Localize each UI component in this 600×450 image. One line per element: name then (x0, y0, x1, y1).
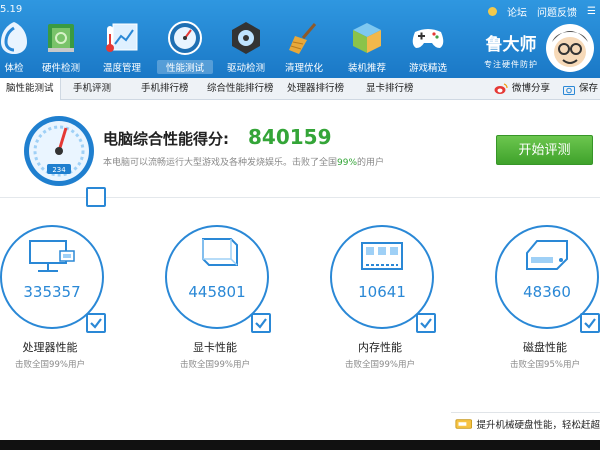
gpu-score: 445801 (188, 283, 246, 301)
thermometer-icon (106, 23, 138, 52)
gauge-value: 234 (52, 166, 66, 174)
nav-label: 性能测试 (157, 60, 213, 74)
hardware-board-icon (48, 24, 74, 52)
score-description: 本电脑可以流畅运行大型游戏及各种发烧娱乐。击败了全国99%的用户 (103, 155, 384, 168)
memory-checkmark-icon (416, 313, 436, 333)
cpu-title: 处理器性能 (22, 341, 78, 354)
hard-disk-icon (455, 418, 473, 429)
cpu-performance-card[interactable]: 335357 处理器性能 击败全国99%用户 (0, 187, 120, 395)
disk-checkmark-icon (580, 313, 600, 333)
app-version: 5.19 (0, 4, 23, 15)
nav-temperature[interactable]: 温度管理 (94, 20, 150, 74)
score-title: 电脑综合性能得分: (103, 130, 229, 148)
nav-label: 温度管理 (102, 63, 141, 74)
nav-label: 清理优化 (284, 63, 323, 74)
mascot-avatar-icon (546, 24, 594, 72)
tab-overall-ranking[interactable]: 综合性能排行榜 (207, 78, 274, 100)
cube-icon (353, 23, 381, 53)
tab-phone-ranking[interactable]: 手机排行榜 (141, 78, 189, 100)
graphics-cube-icon (202, 238, 238, 266)
nav-label: 装机推荐 (347, 63, 386, 74)
memory-performance-card[interactable]: 10641 内存性能 击败全国99%用户 (330, 225, 450, 395)
nav-driver-check[interactable]: 驱动检测 (218, 20, 274, 74)
taskbar-edge (0, 440, 600, 450)
performance-gauge-icon: 234 (24, 116, 94, 186)
brand-name: 鲁大师 (485, 35, 537, 55)
disk-beat: 击败全国95%用户 (510, 360, 580, 370)
main-panel: 234 电脑综合性能得分: 840159 本电脑可以流畅运行大型游戏及各种发烧娱… (0, 100, 600, 440)
nav-label: 驱动检测 (226, 63, 265, 74)
memory-beat: 击败全国99%用户 (345, 360, 415, 370)
tab-bar: 脑性能测试 手机评测 手机排行榜 综合性能排行榜 处理器排行榜 显卡排行榜 微博… (0, 78, 600, 100)
camera-icon (563, 85, 575, 95)
tab-gpu-ranking[interactable]: 显卡排行榜 (366, 78, 414, 100)
health-check-icon (1, 22, 27, 54)
cpu-score: 335357 (23, 283, 81, 301)
gpu-checkmark-icon (251, 313, 271, 333)
disk-performance-card[interactable]: 48360 磁盘性能 击败全国95%用户 (495, 225, 600, 395)
gamepad-icon (412, 29, 444, 48)
speed-gauge-icon (168, 21, 202, 55)
disk-title: 磁盘性能 (523, 341, 567, 354)
tab-cpu-ranking[interactable]: 处理器排行榜 (287, 78, 344, 100)
cpu-checkmark-icon (86, 313, 106, 333)
top-links: 论坛 问题反馈 ☰ (488, 4, 596, 19)
score-description-suffix: 的用户 (357, 158, 385, 168)
start-evaluation-button[interactable]: 开始评测 (496, 135, 593, 165)
top-navigation-bar: 5.19 体检 硬件检测 温度管理 性能测试 驱动检测 清理优化 装机推荐 游戏… (0, 0, 600, 78)
save-button[interactable]: 保存 (563, 78, 598, 100)
score-description-prefix: 本电脑可以流畅运行大型游戏及各种发烧娱乐。击败了全国 (103, 158, 338, 168)
nav-build-recommend[interactable]: 装机推荐 (339, 20, 395, 74)
save-label: 保存 (579, 83, 599, 94)
tip-text: 提升机械硬盘性能，轻松赶超 (476, 419, 600, 431)
memory-title: 内存性能 (358, 341, 402, 354)
cpu-beat: 击败全国99%用户 (15, 360, 85, 370)
feedback-link[interactable]: 问题反馈 (537, 4, 577, 19)
brand-block: 鲁大师 专注硬件防护 (484, 30, 538, 70)
gpu-beat: 击败全国99%用户 (180, 360, 250, 370)
driver-gear-icon (232, 22, 260, 54)
score-value: 840159 (248, 125, 332, 149)
share-label: 微博分享 (512, 83, 551, 94)
nav-label: 游戏精选 (408, 63, 447, 74)
gpu-performance-card[interactable]: 445801 显卡性能 击败全国99%用户 (165, 225, 285, 395)
processor-monitor-icon (29, 240, 75, 272)
tab-pc-performance-test[interactable]: 脑性能测试 (0, 78, 61, 100)
nav-game-picks[interactable]: 游戏精选 (400, 20, 456, 74)
disk-drive-icon (526, 240, 568, 270)
broom-icon (289, 23, 317, 54)
weibo-share-button[interactable]: 微博分享 (494, 78, 550, 100)
gpu-title: 显卡性能 (193, 341, 237, 354)
memory-score: 10641 (358, 283, 406, 301)
brand-slogan: 专注硬件防护 (484, 60, 538, 69)
nav-performance-test[interactable]: 性能测试 (157, 20, 213, 74)
disk-boost-tip[interactable]: 提升机械硬盘性能，轻松赶超 (451, 412, 600, 434)
tab-phone-review[interactable]: 手机评测 (73, 78, 111, 100)
notification-icon[interactable] (488, 7, 498, 16)
memory-chip-icon (361, 242, 403, 270)
score-area: 234 电脑综合性能得分: 840159 本电脑可以流畅运行大型游戏及各种发烧娱… (0, 100, 600, 196)
settings-icon[interactable]: ☰ (587, 6, 596, 17)
disk-score: 48360 (523, 283, 571, 301)
weibo-icon (494, 83, 508, 94)
checkmark-icon (86, 187, 106, 207)
forum-link[interactable]: 论坛 (507, 4, 527, 19)
nav-hardware-check[interactable]: 硬件检测 (33, 20, 89, 74)
nav-cleanup[interactable]: 清理优化 (276, 20, 332, 74)
nav-label: 硬件检测 (41, 63, 80, 74)
score-percent: 99% (337, 158, 358, 168)
